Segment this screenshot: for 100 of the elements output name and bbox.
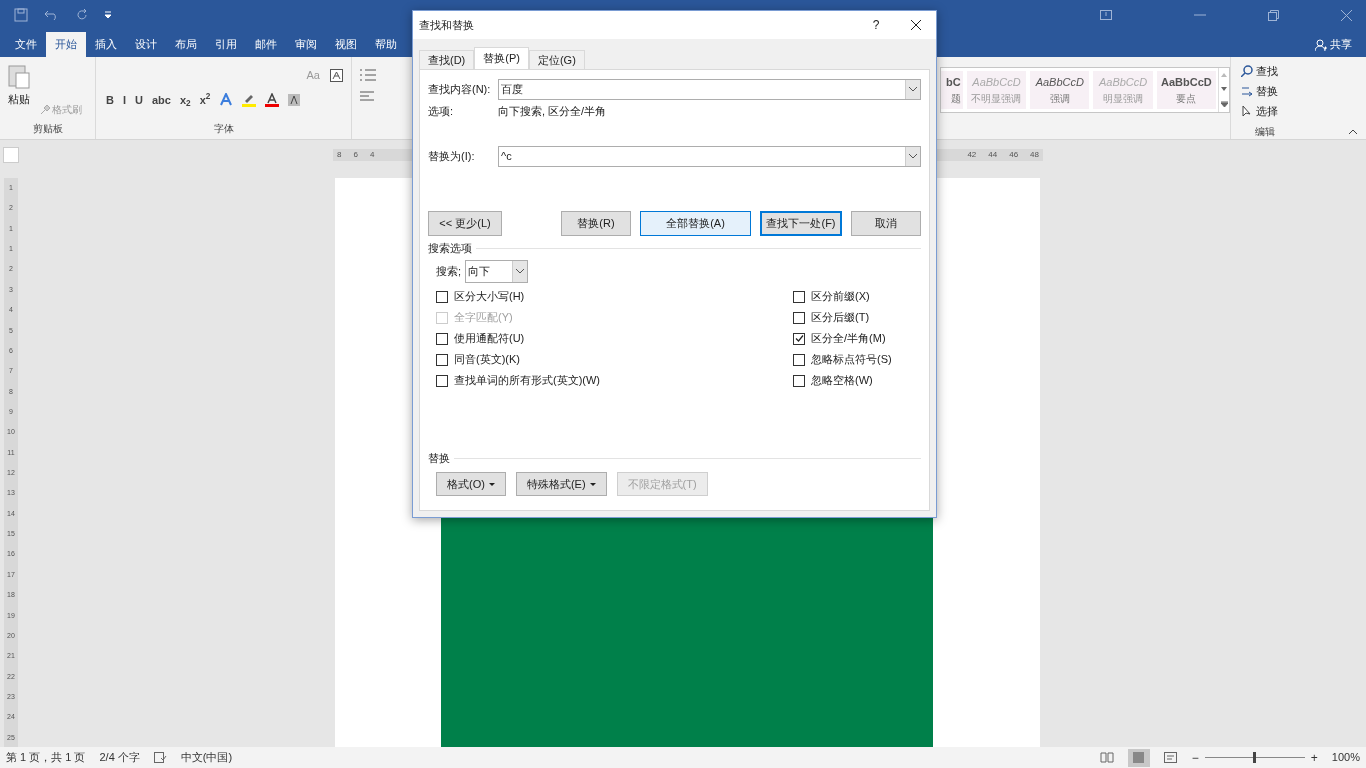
scroll-down-icon[interactable] bbox=[1221, 87, 1228, 91]
ribbon-tab[interactable]: 审阅 bbox=[286, 32, 326, 57]
word-count[interactable]: 2/4 个字 bbox=[99, 749, 140, 766]
checkbox[interactable] bbox=[793, 311, 805, 324]
ribbon-tab[interactable]: 帮助 bbox=[366, 32, 406, 57]
less-button[interactable]: << 更少(L) bbox=[428, 211, 502, 236]
group-label: 剪贴板 bbox=[31, 122, 64, 136]
text-effect-icon[interactable] bbox=[219, 93, 234, 107]
style-gallery-item[interactable]: bC 题 bbox=[941, 71, 963, 109]
read-mode-icon[interactable] bbox=[1099, 752, 1114, 763]
editing-button[interactable]: 选择 bbox=[1241, 102, 1321, 120]
dialog-button[interactable]: 全部替换(A) bbox=[640, 211, 751, 236]
ribbon-tab[interactable]: 插入 bbox=[86, 32, 126, 57]
check-icon bbox=[794, 334, 804, 343]
font-color-icon[interactable] bbox=[265, 92, 280, 107]
ruler-number: 44 bbox=[988, 149, 998, 161]
replace-icon bbox=[1241, 85, 1253, 97]
ruler-number: 48 bbox=[1030, 149, 1039, 161]
checkbox[interactable] bbox=[436, 290, 448, 303]
dialog-tab[interactable]: 查找(D) bbox=[419, 50, 475, 69]
redo-icon[interactable] bbox=[76, 9, 88, 21]
ribbon-tab[interactable]: 邮件 bbox=[246, 32, 286, 57]
chevron-down-icon bbox=[909, 87, 917, 92]
style-gallery-item[interactable]: AaBbCcD 强调 bbox=[1030, 71, 1090, 109]
ribbon-tab[interactable]: 开始 bbox=[46, 32, 86, 57]
checkbox[interactable] bbox=[436, 374, 448, 387]
text-box-icon[interactable] bbox=[330, 68, 343, 82]
format-button[interactable]: I bbox=[122, 91, 126, 108]
caret-icon bbox=[488, 482, 495, 486]
collapse-icon[interactable] bbox=[1348, 129, 1358, 135]
more-icon[interactable] bbox=[1220, 101, 1228, 107]
zoom-level[interactable]: 100% bbox=[1331, 749, 1360, 766]
checkbox-label: 区分前缀(X) bbox=[811, 289, 870, 305]
person-icon bbox=[1315, 38, 1327, 51]
highlighter-icon[interactable] bbox=[242, 92, 257, 107]
ribbon-tab[interactable]: 文件 bbox=[6, 32, 46, 57]
close-icon[interactable] bbox=[1341, 9, 1352, 21]
checkbox[interactable] bbox=[436, 332, 448, 345]
web-layout-icon[interactable] bbox=[1163, 752, 1178, 763]
checkbox-label: 忽略标点符号(S) bbox=[811, 352, 892, 368]
print-layout-button[interactable] bbox=[1127, 748, 1150, 767]
style-gallery-item[interactable]: AaBbCcD 要点 bbox=[1156, 71, 1217, 109]
dialog-button[interactable]: 替换(R) bbox=[561, 211, 631, 236]
field-label: 查找内容(N): bbox=[428, 82, 492, 98]
dialog-button[interactable]: 查找下一处(F) bbox=[760, 211, 842, 236]
checkbox[interactable] bbox=[793, 374, 805, 387]
ribbon-tab[interactable]: 布局 bbox=[166, 32, 206, 57]
caret-icon bbox=[589, 482, 596, 486]
section-label: 搜索选项 bbox=[428, 240, 472, 256]
ribbon-tab[interactable]: 视图 bbox=[326, 32, 366, 57]
format-button[interactable]: 特殊格式(E) bbox=[515, 472, 607, 496]
dialog-tab[interactable]: 替换(P) bbox=[474, 47, 529, 69]
checkbox[interactable] bbox=[793, 332, 805, 345]
share-button[interactable]: 共享 bbox=[1301, 32, 1366, 57]
zoom-slider[interactable] bbox=[1204, 752, 1305, 763]
checkbox[interactable] bbox=[436, 353, 448, 366]
field-label: 搜索; bbox=[436, 264, 462, 280]
format-button[interactable]: B bbox=[106, 91, 114, 108]
language[interactable]: 中文(中国) bbox=[180, 749, 233, 766]
editing-button[interactable]: 替换 bbox=[1241, 82, 1321, 100]
dialog-tab[interactable]: 定位(G) bbox=[528, 50, 585, 69]
field-label: 替换为(I): bbox=[428, 149, 476, 165]
zoom-in-button[interactable]: + bbox=[1310, 748, 1318, 767]
paste-button[interactable]: 粘贴 bbox=[8, 91, 30, 108]
replace-field[interactable]: ^c bbox=[498, 146, 921, 167]
format-button[interactable]: 格式(O) bbox=[436, 472, 506, 496]
format-button[interactable]: x$^{2}$ bbox=[199, 91, 211, 108]
zoom-out-button[interactable]: − bbox=[1191, 748, 1199, 767]
ribbon-tab[interactable]: 引用 bbox=[206, 32, 246, 57]
find-field[interactable]: 百度 bbox=[498, 79, 921, 100]
proofing-icon[interactable] bbox=[153, 752, 167, 763]
ribbon-display-icon[interactable] bbox=[1100, 10, 1112, 20]
dialog-button[interactable]: 取消 bbox=[851, 211, 921, 236]
shading-icon[interactable] bbox=[288, 93, 301, 106]
format-button[interactable]: U bbox=[135, 91, 143, 108]
checkbox-label: 同音(英文)(K) bbox=[454, 352, 520, 368]
ruler-number: 46 bbox=[1009, 149, 1019, 161]
ribbon-tab[interactable]: 设计 bbox=[126, 32, 166, 57]
save-icon[interactable] bbox=[14, 8, 28, 22]
page-count[interactable]: 第 1 页，共 1 页 bbox=[6, 749, 86, 766]
checkbox-label: 区分全/半角(M) bbox=[811, 331, 886, 347]
ruler-number: 8 bbox=[337, 149, 342, 161]
close-icon bbox=[911, 20, 921, 30]
search-direction-dropdown[interactable]: 向下 bbox=[465, 260, 529, 283]
checkbox[interactable] bbox=[793, 290, 805, 303]
clipboard-icon[interactable] bbox=[8, 63, 30, 89]
brush-icon bbox=[40, 104, 50, 115]
ruler-number: 42 bbox=[967, 149, 977, 161]
format-button[interactable]: x$_{2}$ bbox=[179, 91, 191, 108]
editing-button[interactable]: 查找 bbox=[1241, 62, 1321, 80]
zoom-thumb[interactable] bbox=[1253, 752, 1257, 763]
search-icon bbox=[1241, 65, 1253, 77]
checkbox[interactable] bbox=[793, 353, 805, 366]
checkbox-label: 查找单词的所有形式(英文)(W) bbox=[454, 373, 601, 389]
customize-icon[interactable] bbox=[104, 11, 112, 19]
checkbox-label: 区分后缀(T) bbox=[811, 310, 870, 326]
restore-icon[interactable] bbox=[1268, 9, 1279, 21]
help-button[interactable]: ? bbox=[856, 11, 896, 39]
chevron-down-icon bbox=[516, 269, 525, 274]
format-button[interactable]: abc bbox=[151, 91, 171, 108]
